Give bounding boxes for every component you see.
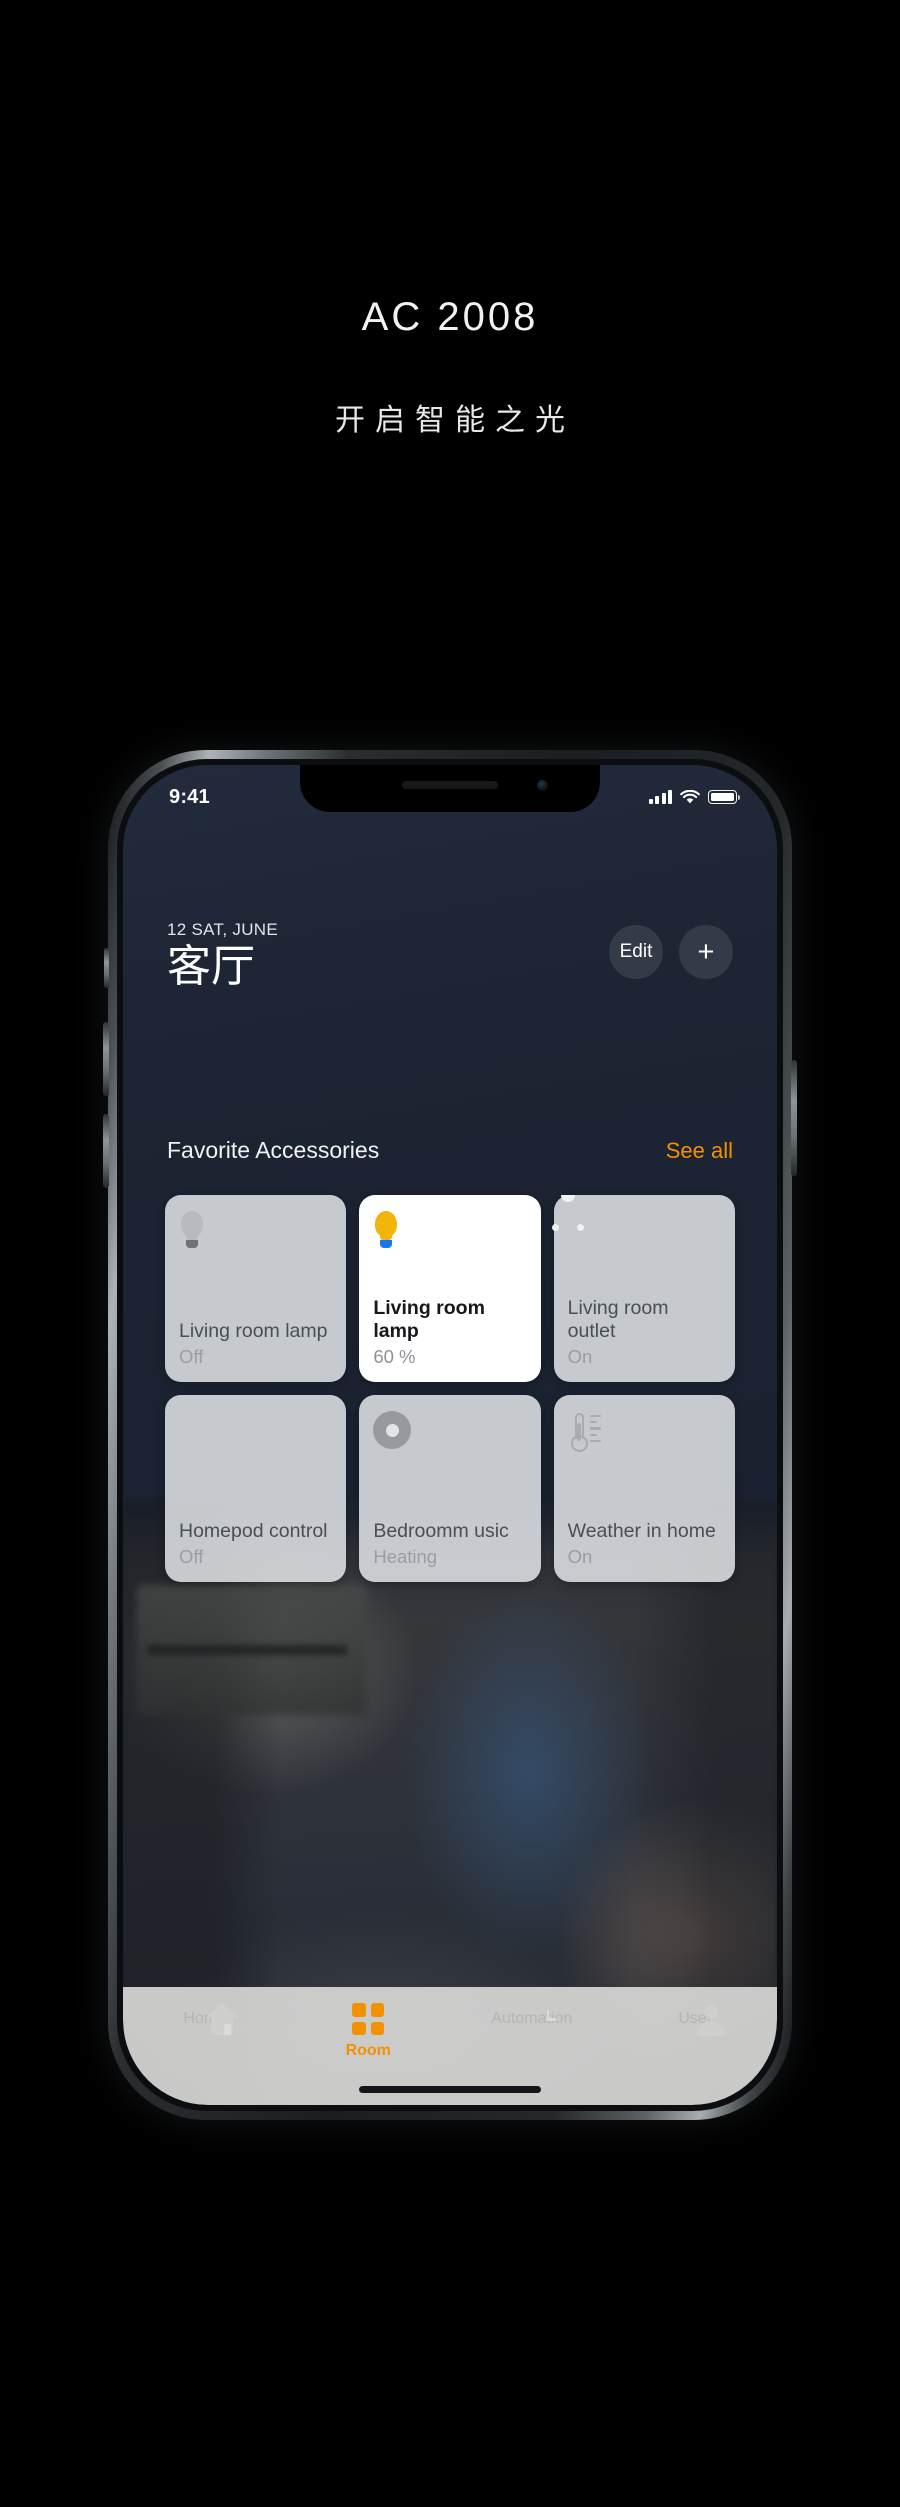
grid-icon [352,2003,385,2035]
power-outlet-icon [560,1195,721,1257]
accessory-state: On [567,1546,593,1567]
header-date: 12 SAT, JUNE [167,920,278,939]
accessory-name: Bedroomm usic [373,1520,509,1542]
status-bar-time: 9:41 [169,785,210,808]
poster-subtitle: 开启智能之光 [335,404,575,437]
tab-automation[interactable]: Automation [450,2003,614,2028]
accessory-state: Off [179,1346,204,1367]
background-shelf-edge-blur [147,1645,347,1655]
accessory-card[interactable]: Weather in home On [553,1395,735,1582]
phone-device-frame: 9:41 12 SAT, JUNE 客厅 Edit + Favorite Acc… [103,750,797,2120]
accessory-card[interactable]: Homepod control Off [165,1395,347,1582]
app-header: 12 SAT, JUNE 客厅 Edit + [123,920,777,991]
accessory-card[interactable]: Living room lamp 60 % [359,1195,541,1382]
accessory-card[interactable]: Living room lamp Off [165,1195,347,1382]
cellular-signal-icon [648,790,672,804]
tab-home[interactable]: Home [123,2003,287,2035]
power-button[interactable] [791,1060,797,1176]
accessory-name: Homepod control [179,1520,328,1542]
thermometer-icon [568,1411,721,1457]
volume-down-button[interactable] [103,1114,109,1188]
wifi-icon [680,789,700,803]
speaker-icon [179,1411,332,1457]
accessory-name: Living room lamp [179,1320,328,1342]
dial-knob-icon [373,1411,526,1457]
poster-title: AC 2008 [361,295,539,339]
battery-icon [708,790,741,804]
accessory-name: Living room lamp [373,1297,485,1342]
silent-switch[interactable] [104,948,109,988]
see-all-link[interactable]: See all [666,1138,733,1164]
lightbulb-icon [179,1211,332,1257]
page-title: 客厅 [167,942,255,991]
accessory-state: Off [179,1546,204,1567]
section-title: Favorite Accessories [167,1137,380,1163]
tab-label: Room [345,2042,391,2059]
accessory-name: Weather in home [567,1520,716,1542]
status-bar-indicators [648,789,741,805]
accessory-state: 60 % [373,1346,416,1367]
home-indicator[interactable] [359,2086,541,2093]
phone-screen: 9:41 12 SAT, JUNE 客厅 Edit + Favorite Acc… [123,765,777,2105]
tab-user[interactable]: User [614,2003,778,2036]
edit-button[interactable]: Edit [609,925,663,980]
tab-label: Automation [491,2010,573,2027]
status-bar: 9:41 [123,765,777,817]
accessory-card[interactable]: Living room outlet On [553,1195,735,1382]
accessory-name: Living room outlet [567,1297,669,1342]
accessory-state: On [567,1346,593,1367]
poster-stage: AC 2008 开启智能之光 9:41 12 SAT, JUNE 客厅 Edit… [0,0,900,2507]
tab-room[interactable]: Room [287,2003,451,2060]
phone-bezel: 9:41 12 SAT, JUNE 客厅 Edit + Favorite Acc… [117,759,783,2111]
header-actions: Edit + [609,925,733,980]
accessory-card[interactable]: Bedroomm usic Heating [359,1395,541,1582]
add-button[interactable]: + [679,925,733,980]
volume-up-button[interactable] [103,1022,109,1096]
lightbulb-icon [373,1211,526,1257]
header-titles: 12 SAT, JUNE 客厅 [167,920,278,991]
favorites-section-header: Favorite Accessories See all [123,1137,777,1164]
accessory-state: Heating [373,1546,438,1567]
accessory-card-grid: Living room lamp Off Living room lamp 60 % L… [123,1195,777,1582]
